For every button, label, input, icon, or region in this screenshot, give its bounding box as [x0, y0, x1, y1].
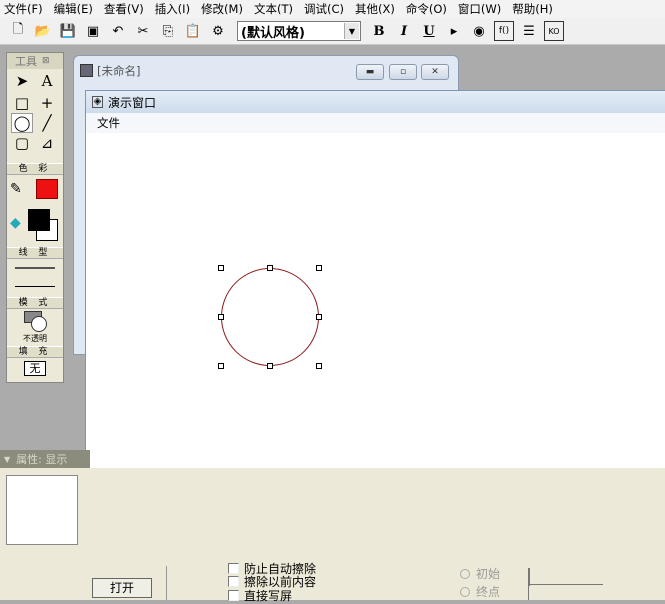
tools-title: 工具 ⊠ — [7, 53, 63, 69]
radio-label: 终点 — [476, 585, 501, 599]
menu-view[interactable]: 查看(V) — [104, 1, 144, 17]
rectangle-tool[interactable]: □ — [11, 93, 33, 113]
preview-box — [6, 475, 78, 545]
new-file-icon[interactable]: 🗋 — [8, 21, 28, 41]
menu-text[interactable]: 文本(T) — [254, 1, 293, 17]
app-icon — [80, 64, 93, 77]
menu-debug[interactable]: 调试(C) — [304, 1, 344, 17]
diagonal-line-tool[interactable]: ╱ — [36, 113, 58, 133]
resize-handle[interactable] — [218, 265, 224, 271]
color-section-label: 色 彩 — [7, 163, 63, 175]
save-all-icon[interactable]: 💾 — [58, 21, 78, 41]
find-icon[interactable]: ⚙ — [208, 21, 228, 41]
menu-bar: 文件(F) 编辑(E) 查看(V) 插入(I) 修改(M) 文本(T) 调试(C… — [0, 0, 665, 18]
text-tool[interactable]: A — [36, 71, 58, 91]
presentation-menu-bar: 文件 — [86, 113, 665, 133]
resize-handle[interactable] — [267, 265, 273, 271]
close-button[interactable]: ✕ — [421, 64, 449, 80]
collapse-icon[interactable]: ▼ — [4, 455, 10, 464]
window-icon: ◈ — [92, 96, 103, 108]
resize-handle[interactable] — [316, 265, 322, 271]
radio-label: 初始 — [476, 567, 501, 581]
mode-circle-icon — [31, 316, 47, 332]
paste-icon[interactable]: 📋 — [183, 21, 203, 41]
bold-button[interactable]: B — [369, 21, 389, 41]
maximize-button[interactable]: ▫ — [389, 64, 417, 80]
underline-button[interactable]: U — [419, 21, 439, 41]
menu-window[interactable]: 窗口(W) — [458, 1, 501, 17]
resize-handle[interactable] — [316, 314, 322, 320]
style-value: (默认风格) — [241, 25, 305, 41]
fill-pattern-button[interactable]: 无 — [24, 361, 46, 376]
close-icon[interactable]: ⊠ — [42, 56, 50, 66]
tools-title-text: 工具 — [15, 55, 37, 68]
rounded-rect-tool[interactable]: ▢ — [11, 133, 33, 153]
circle-shape[interactable] — [221, 268, 319, 366]
tools-palette: 工具 ⊠ ➤ A □ + ◯ ╱ ▢ ⊿ 色 彩 ✎ ◆ 线 型 模 式 不透明 … — [6, 52, 64, 383]
variables-icon[interactable]: ☰ — [519, 21, 539, 41]
resize-handle[interactable] — [267, 363, 273, 369]
menu-command[interactable]: 命令(O) — [406, 1, 447, 17]
checkbox-label: 直接写屏 — [244, 589, 293, 603]
toolbar: 🗋 📂 💾 ▣ ↶ ✂ ⎘ 📋 ⚙ (默认风格) ▼ B I U ▸ ◉ f() … — [0, 18, 665, 45]
presentation-title-bar: ◈ 演示窗口 — [86, 91, 665, 113]
checkbox-direct-write[interactable]: 直接写屏 — [228, 587, 292, 604]
chevron-down-icon: ▼ — [344, 23, 359, 39]
resize-handle[interactable] — [316, 363, 322, 369]
line-style-thin[interactable] — [15, 286, 55, 287]
presentation-title: 演示窗口 — [108, 95, 157, 110]
pointer-tool[interactable]: ➤ — [11, 71, 33, 91]
divider — [166, 566, 167, 600]
menu-other[interactable]: 其他(X) — [355, 1, 395, 17]
menu-edit[interactable]: 编辑(E) — [54, 1, 93, 17]
menu-modify[interactable]: 修改(M) — [201, 1, 243, 17]
knowledge-objects-icon[interactable]: KO — [544, 21, 564, 41]
fill-section-label: 填 充 — [7, 346, 63, 358]
control-panel-icon[interactable]: ◉ — [469, 21, 489, 41]
mode-value: 不透明 — [23, 334, 47, 343]
radio-initial[interactable]: 初始 — [460, 565, 500, 582]
undo-icon[interactable]: ↶ — [108, 21, 128, 41]
style-select[interactable]: (默认风格) ▼ — [237, 21, 361, 41]
pencil-icon: ✎ — [10, 181, 22, 197]
line-style-thick[interactable] — [15, 267, 55, 269]
menu-help[interactable]: 帮助(H) — [512, 1, 553, 17]
menu-insert[interactable]: 插入(I) — [155, 1, 190, 17]
import-icon[interactable]: ▣ — [83, 21, 103, 41]
copy-icon[interactable]: ⎘ — [158, 21, 178, 41]
resize-handle[interactable] — [218, 314, 224, 320]
foreground-color-swatch[interactable] — [28, 209, 50, 231]
fill-bucket-icon: ◆ — [10, 215, 21, 231]
minimize-button[interactable]: ▬ — [356, 64, 384, 80]
ellipse-tool[interactable]: ◯ — [11, 113, 33, 133]
properties-header[interactable]: ▼ 属性: 显示 — [0, 450, 90, 468]
properties-title: 属性: 显示 — [16, 453, 68, 466]
line-section-label: 线 型 — [7, 247, 63, 259]
resize-handle[interactable] — [218, 363, 224, 369]
functions-icon[interactable]: f() — [494, 21, 514, 41]
line-tool[interactable]: + — [36, 93, 58, 113]
open-file-icon[interactable]: 📂 — [33, 21, 53, 41]
mode-section-label: 模 式 — [7, 297, 63, 309]
radio-end[interactable]: 终点 — [460, 583, 500, 600]
polygon-tool[interactable]: ⊿ — [36, 133, 58, 153]
run-icon[interactable]: ▸ — [444, 21, 464, 41]
presentation-menu-file[interactable]: 文件 — [97, 115, 120, 131]
open-button[interactable]: 打开 — [92, 578, 152, 598]
text-color-swatch[interactable] — [36, 179, 58, 199]
properties-panel: 打开 防止自动擦除 擦除以前内容 直接写屏 初始 终点 — [0, 468, 665, 603]
untitled-window-title: [未命名] — [97, 64, 141, 78]
menu-file[interactable]: 文件(F) — [4, 1, 43, 17]
end-input[interactable] — [528, 584, 603, 600]
italic-button[interactable]: I — [394, 21, 414, 41]
cut-icon[interactable]: ✂ — [133, 21, 153, 41]
